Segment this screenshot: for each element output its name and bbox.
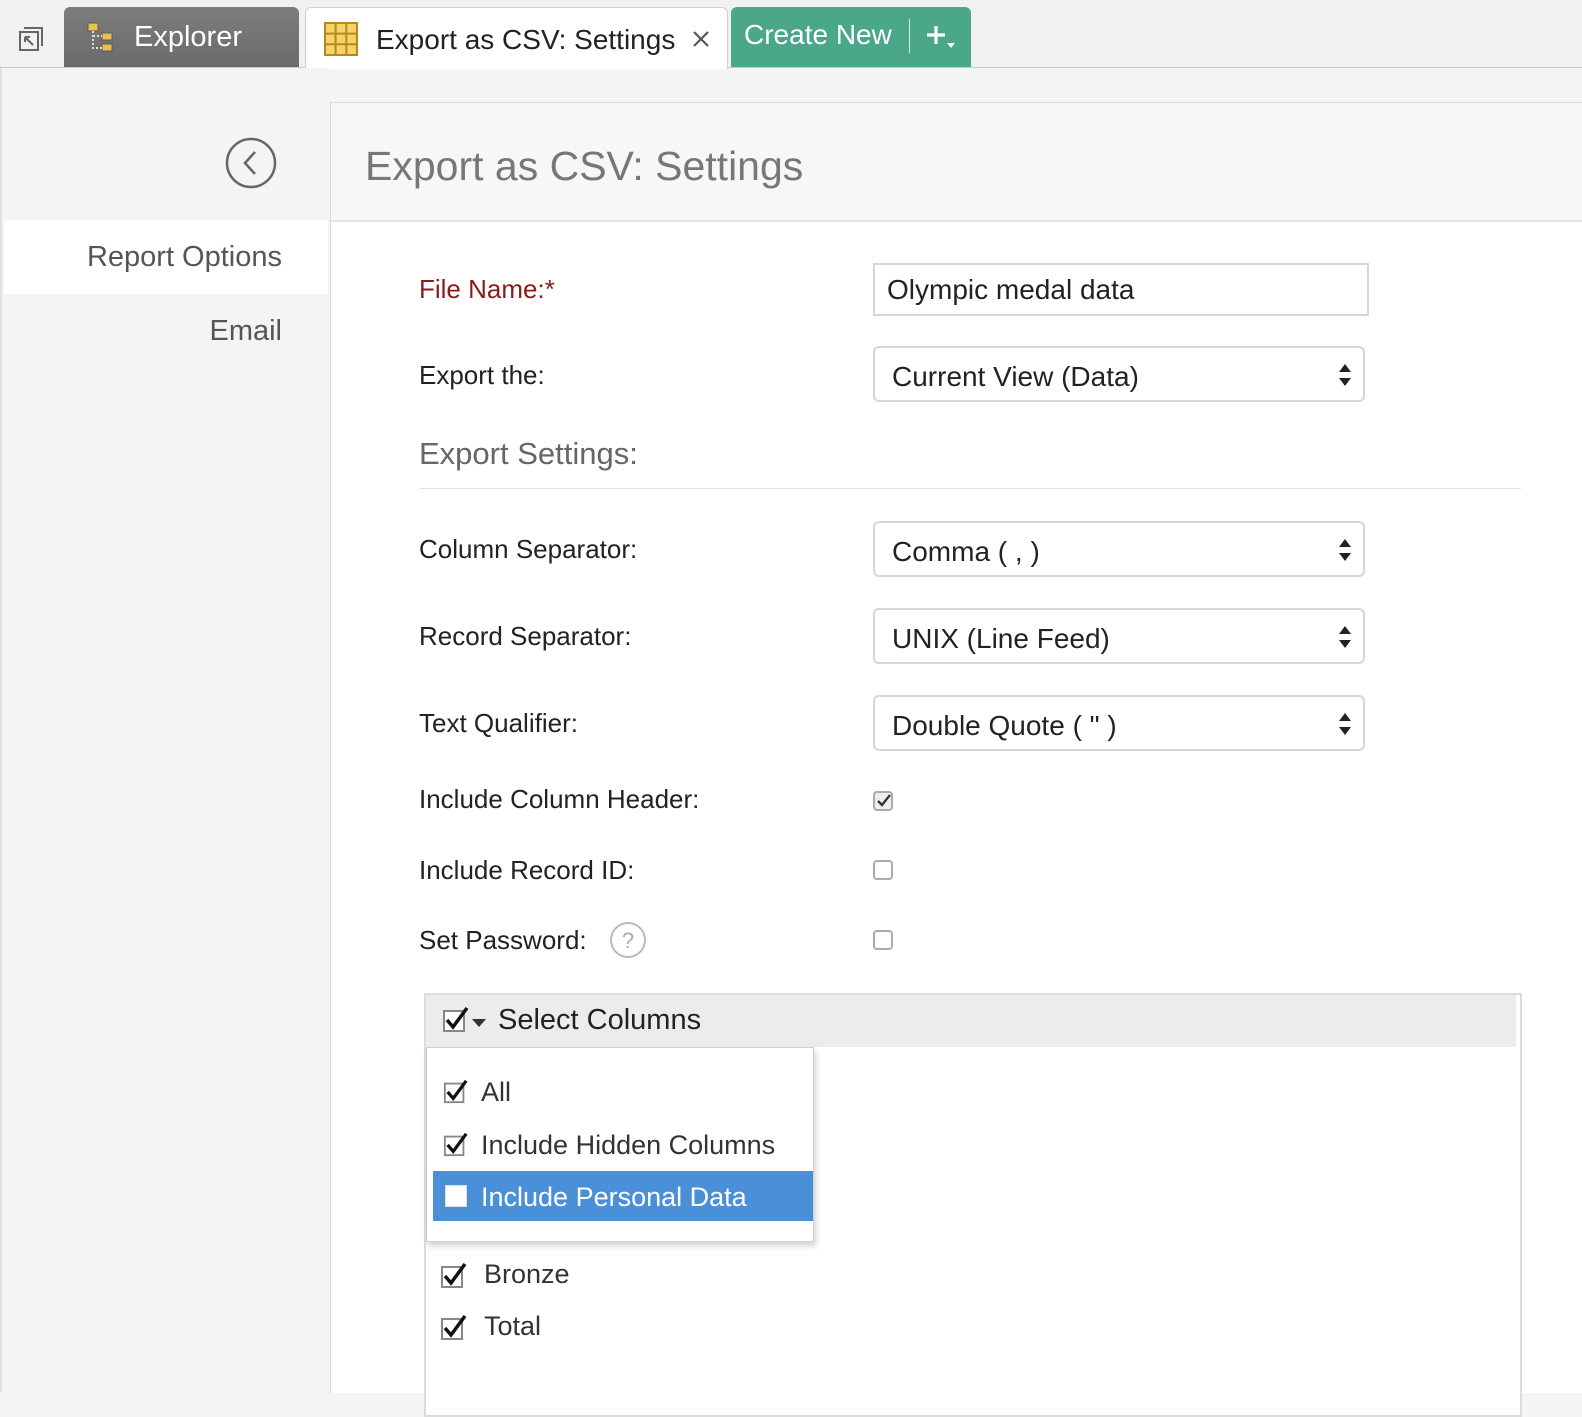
close-icon[interactable] — [690, 28, 712, 50]
set-password-checkbox[interactable] — [873, 930, 893, 950]
tab-explorer[interactable]: Explorer — [64, 7, 299, 67]
column-item-total[interactable]: Total — [440, 1309, 840, 1349]
left-panel: Report Options Email — [0, 68, 330, 1392]
select-columns-header[interactable]: Select Columns — [426, 995, 1516, 1047]
record-separator-select[interactable]: UNIX (Line Feed) — [873, 608, 1365, 664]
create-divider — [909, 19, 910, 53]
table-grid-icon — [324, 22, 358, 56]
export-settings-heading: Export Settings: — [419, 436, 638, 471]
create-new-label: Create New — [744, 19, 892, 50]
record-separator-label: Record Separator: — [419, 621, 632, 651]
tab-explorer-label: Explorer — [134, 21, 242, 53]
tab-export-csv-settings[interactable]: Export as CSV: Settings — [305, 7, 728, 69]
export-the-select[interactable]: Current View (Data) — [873, 346, 1365, 402]
plus-dropdown-icon[interactable] — [925, 23, 959, 53]
page-header: Export as CSV: Settings — [331, 103, 1582, 222]
sidebar-item-report-options[interactable]: Report Options — [4, 220, 328, 294]
checkmark-icon[interactable] — [443, 1078, 469, 1104]
export-the-label: Export the: — [419, 360, 545, 390]
dropdown-item-label: Include Personal Data — [481, 1182, 747, 1212]
record-separator-value: UNIX (Line Feed) — [892, 623, 1110, 654]
include-column-header-checkbox[interactable] — [873, 791, 893, 811]
column-separator-label: Column Separator: — [419, 534, 638, 564]
text-qualifier-value: Double Quote ( " ) — [892, 710, 1117, 741]
explorer-tree-icon — [86, 21, 118, 53]
section-divider — [419, 488, 1521, 489]
sidebar-item-email[interactable]: Email — [4, 294, 328, 368]
select-arrows-icon — [1337, 361, 1353, 389]
dropdown-item-include-personal-data[interactable]: Include Personal Data — [433, 1171, 813, 1221]
text-qualifier-select[interactable]: Double Quote ( " ) — [873, 695, 1365, 751]
restore-window-icon[interactable] — [18, 26, 44, 52]
checkmark-icon[interactable] — [443, 1131, 469, 1157]
dropdown-item-include-hidden-columns[interactable]: Include Hidden Columns — [433, 1119, 813, 1169]
unchecked-box-icon[interactable] — [445, 1185, 467, 1207]
svg-text:?: ? — [622, 928, 634, 953]
select-columns-dropdown: All Include Hidden Columns Include Perso… — [426, 1047, 814, 1242]
caret-down-icon[interactable] — [472, 1015, 486, 1027]
select-arrows-icon — [1337, 623, 1353, 651]
dropdown-item-all[interactable]: All — [433, 1066, 813, 1116]
column-separator-value: Comma ( , ) — [892, 536, 1040, 567]
select-columns-label: Select Columns — [498, 1004, 702, 1036]
column-item-label: Bronze — [484, 1259, 570, 1289]
include-record-id-label: Include Record ID: — [419, 855, 635, 885]
set-password-label: Set Password: — [419, 925, 587, 955]
question-mark-icon[interactable]: ? — [609, 921, 647, 959]
chevron-left-circle-icon[interactable] — [225, 137, 277, 189]
tab-active-label: Export as CSV: Settings — [376, 24, 676, 55]
select-arrows-icon — [1337, 536, 1353, 564]
column-separator-select[interactable]: Comma ( , ) — [873, 521, 1365, 577]
column-item-bronze[interactable]: Bronze — [440, 1257, 840, 1297]
column-item-label: Total — [484, 1311, 542, 1341]
text-qualifier-label: Text Qualifier: — [419, 708, 578, 738]
create-new-button[interactable]: Create New — [731, 7, 971, 67]
include-column-header-label: Include Column Header: — [419, 784, 700, 814]
checkmark-icon[interactable] — [440, 1261, 468, 1289]
dropdown-item-label: Include Hidden Columns — [481, 1130, 776, 1160]
select-columns-panel: Select Columns Bronze Total All Include … — [424, 993, 1522, 1417]
settings-panel: Export as CSV: Settings File Name:* Expo… — [330, 102, 1582, 1417]
checkmark-icon[interactable] — [440, 1313, 468, 1341]
file-name-input[interactable] — [873, 263, 1369, 316]
include-record-id-checkbox[interactable] — [873, 860, 893, 880]
checkmark-icon[interactable] — [442, 1005, 470, 1033]
select-arrows-icon — [1337, 710, 1353, 738]
page-title: Export as CSV: Settings — [365, 143, 804, 189]
export-the-value: Current View (Data) — [892, 361, 1139, 392]
dropdown-item-label: All — [481, 1077, 512, 1107]
tab-bar: Explorer Export as CSV: Settings Create … — [0, 0, 1582, 69]
file-name-label: File Name:* — [419, 274, 555, 304]
